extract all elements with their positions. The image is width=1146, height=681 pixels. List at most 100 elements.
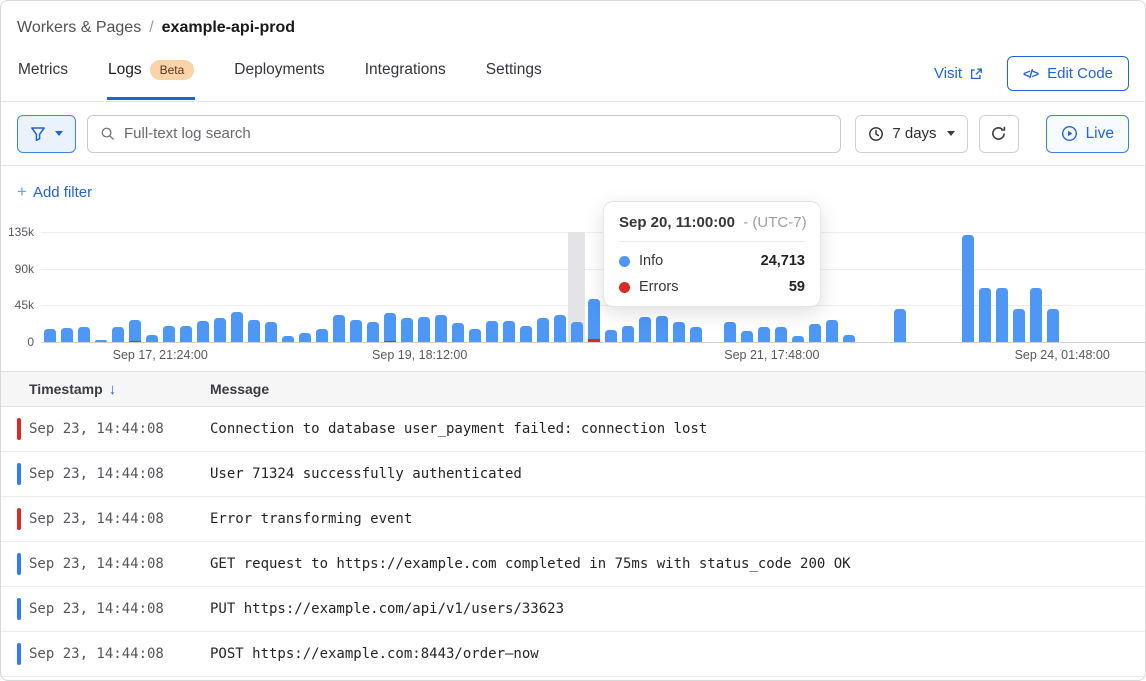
chart-bar-slot[interactable] [449, 232, 466, 342]
stacked-bar [554, 315, 566, 342]
stacked-bar [129, 320, 141, 342]
time-range-label: 7 days [892, 125, 936, 142]
chart-bar-slot[interactable] [891, 232, 908, 342]
chart-bar-slot[interactable] [177, 232, 194, 342]
bar-segment-info [486, 321, 498, 342]
x-axis-tick-label: Sep 19, 18:12:00 [372, 348, 467, 362]
chart-bar-slot[interactable] [92, 232, 109, 342]
chart-bar-slot[interactable] [976, 232, 993, 342]
search-box [87, 115, 841, 153]
add-filter-button[interactable]: + Add filter [17, 182, 92, 202]
log-row-error[interactable]: Sep 23, 14:44:08Error transforming event [1, 497, 1145, 542]
chart-bar-slot[interactable] [330, 232, 347, 342]
log-row-info[interactable]: Sep 23, 14:44:08POST https://example.com… [1, 632, 1145, 677]
chart-bar-slot[interactable] [228, 232, 245, 342]
tab-logs[interactable]: LogsBeta [107, 56, 195, 100]
clock-icon [868, 126, 884, 142]
chart-bar-slot[interactable] [41, 232, 58, 342]
chart-bar-slot[interactable] [500, 232, 517, 342]
log-row-error[interactable]: Sep 23, 14:44:08Connection to database u… [1, 407, 1145, 452]
column-header-message: Message [210, 381, 1145, 397]
chart-bar-slot[interactable] [245, 232, 262, 342]
bar-segment-info [299, 333, 311, 342]
chart-bar-slot[interactable] [1027, 232, 1044, 342]
tooltip-rows: Info24,713Errors59 [619, 242, 805, 295]
chart-bar-slot[interactable] [415, 232, 432, 342]
chart-bar-slot[interactable] [483, 232, 500, 342]
log-row-info[interactable]: Sep 23, 14:44:08User 71324 successfully … [1, 452, 1145, 497]
chart-bar-slot[interactable] [1044, 232, 1061, 342]
bar-segment-errors [384, 341, 396, 342]
tab-metrics[interactable]: Metrics [17, 56, 69, 100]
chart-bar-slot[interactable] [1010, 232, 1027, 342]
chart-tooltip: Sep 20, 11:00:00 - (UTC-7) Info24,713Err… [603, 201, 821, 307]
bar-segment-info [775, 327, 787, 342]
edit-code-button[interactable]: </> Edit Code [1007, 56, 1129, 91]
chart-bar-slot[interactable] [279, 232, 296, 342]
chart-bar-slot[interactable] [874, 232, 891, 342]
chart-bar-slot[interactable] [211, 232, 228, 342]
chart-bar-slot[interactable] [551, 232, 568, 342]
stacked-bar [741, 331, 753, 342]
log-message: PUT https://example.com/api/v1/users/336… [210, 601, 1145, 617]
refresh-button[interactable] [979, 115, 1019, 153]
chart-bar-slot[interactable] [534, 232, 551, 342]
chart-bar-slot[interactable] [993, 232, 1010, 342]
chart-bar-slot[interactable] [109, 232, 126, 342]
chart-bar-slot[interactable] [959, 232, 976, 342]
bar-segment-info [554, 315, 566, 342]
chart-bar-slot[interactable] [585, 232, 602, 342]
stacked-bar [537, 318, 549, 342]
chart-bar-slot[interactable] [381, 232, 398, 342]
search-input[interactable] [124, 125, 828, 142]
chart-bar-slot[interactable] [823, 232, 840, 342]
chart-bar-slot[interactable] [58, 232, 75, 342]
bar-segment-info [1030, 288, 1042, 342]
breadcrumb-current: example-api-prod [162, 19, 295, 37]
chart-bar-slot[interactable] [143, 232, 160, 342]
filter-dropdown-button[interactable] [17, 115, 76, 153]
bar-segment-errors [588, 339, 600, 342]
chart-bar-slot[interactable] [398, 232, 415, 342]
bar-segment-info [537, 318, 549, 342]
tab-integrations[interactable]: Integrations [364, 56, 447, 100]
play-circle-icon [1061, 125, 1078, 142]
stacked-bar [894, 309, 906, 342]
bar-segment-info [1013, 309, 1025, 342]
bar-segment-info [61, 328, 73, 342]
chart-bar-slot[interactable] [160, 232, 177, 342]
bar-segment-info [384, 313, 396, 342]
chart-bar-slot[interactable] [517, 232, 534, 342]
chart-bar-slot[interactable] [296, 232, 313, 342]
visit-link[interactable]: Visit [934, 65, 983, 82]
time-range-button[interactable]: 7 days [855, 115, 967, 153]
chart-bar-slot[interactable] [313, 232, 330, 342]
chart-bar-slot[interactable] [262, 232, 279, 342]
chart-bar-hovered[interactable] [568, 232, 585, 342]
tab-deployments[interactable]: Deployments [233, 56, 325, 100]
log-timestamp: Sep 23, 14:44:08 [1, 646, 210, 662]
chart-bar-slot[interactable] [466, 232, 483, 342]
chart-bar-slot[interactable] [857, 232, 874, 342]
chart-bars [41, 232, 1061, 342]
breadcrumb-section[interactable]: Workers & Pages [17, 19, 141, 37]
log-row-info[interactable]: Sep 23, 14:44:08GET request to https://e… [1, 542, 1145, 587]
chart-bar-slot[interactable] [432, 232, 449, 342]
chart-bar-slot[interactable] [840, 232, 857, 342]
log-row-info[interactable]: Sep 23, 14:44:08PUT https://example.com/… [1, 587, 1145, 632]
chart-bar-slot[interactable] [194, 232, 211, 342]
chart-bar-slot[interactable] [126, 232, 143, 342]
chart-bar-slot[interactable] [942, 232, 959, 342]
chart-bar-slot[interactable] [75, 232, 92, 342]
stacked-bar [418, 317, 430, 342]
breadcrumb: Workers & Pages / example-api-prod [17, 19, 1129, 37]
chart-bar-slot[interactable] [347, 232, 364, 342]
column-header-timestamp[interactable]: Timestamp↓ [1, 381, 210, 398]
tooltip-series-label: Errors [639, 279, 678, 295]
chart-bar-slot[interactable] [364, 232, 381, 342]
chart-bar-slot[interactable] [925, 232, 942, 342]
live-button[interactable]: Live [1046, 115, 1129, 153]
bar-segment-info [367, 322, 379, 342]
tab-settings[interactable]: Settings [485, 56, 543, 100]
chart-bar-slot[interactable] [908, 232, 925, 342]
